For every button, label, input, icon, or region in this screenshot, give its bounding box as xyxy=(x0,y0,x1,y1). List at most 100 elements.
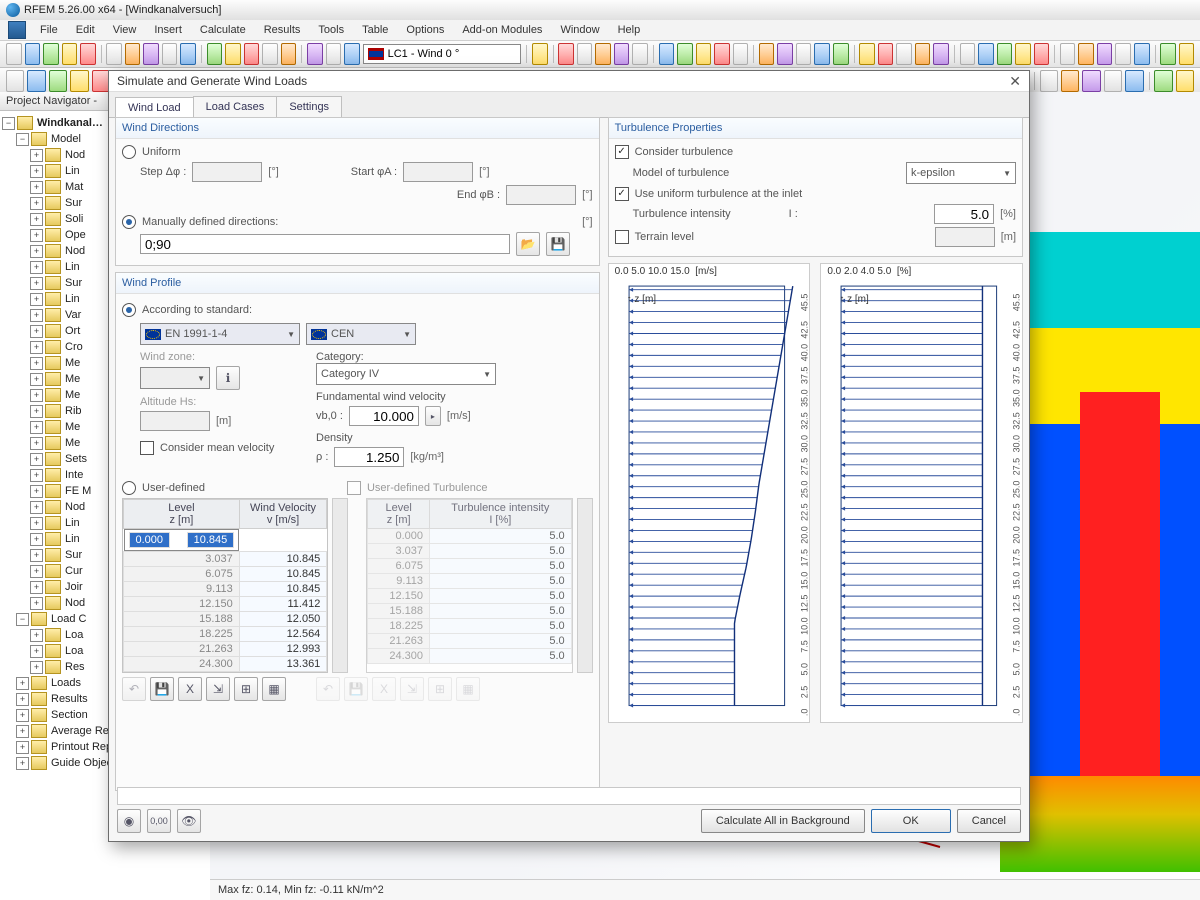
toolbar-button[interactable] xyxy=(558,43,574,65)
toolbar-button[interactable] xyxy=(125,43,141,65)
terrain-checkbox[interactable] xyxy=(615,230,629,244)
toolbar-button[interactable] xyxy=(733,43,749,65)
toolbar-button[interactable] xyxy=(1160,43,1176,65)
table-row[interactable]: 12.15011.412 xyxy=(124,597,327,612)
mean-velocity-checkbox[interactable] xyxy=(140,441,154,455)
toolbar-button[interactable] xyxy=(1082,70,1100,92)
menu-results[interactable]: Results xyxy=(256,22,309,38)
toolbar-button[interactable] xyxy=(960,43,976,65)
toolbar-button[interactable] xyxy=(1078,43,1094,65)
toolbar-button[interactable] xyxy=(833,43,849,65)
toolbar-button[interactable] xyxy=(62,43,78,65)
consider-turb-checkbox[interactable] xyxy=(615,145,629,159)
toolbar-button[interactable] xyxy=(262,43,278,65)
menu-file[interactable]: File xyxy=(32,22,66,38)
category-select[interactable]: Category IV▼ xyxy=(316,363,496,385)
menu-view[interactable]: View xyxy=(105,22,145,38)
toolbar-button[interactable] xyxy=(106,43,122,65)
toolbar-button[interactable] xyxy=(307,43,323,65)
table-tool-button[interactable]: ⇲ xyxy=(206,677,230,701)
turb-intensity-input[interactable] xyxy=(934,204,994,224)
loadcase-combo[interactable]: LC1 - Wind 0 ° xyxy=(363,44,522,64)
table-tool-button[interactable]: X xyxy=(178,677,202,701)
table-row[interactable]: 24.3005.0 xyxy=(368,649,571,664)
table-tool-button[interactable]: ▦ xyxy=(262,677,286,701)
menu-options[interactable]: Options xyxy=(398,22,452,38)
table-row[interactable]: 15.1885.0 xyxy=(368,604,571,619)
toolbar-button[interactable] xyxy=(814,43,830,65)
toolbar-button[interactable] xyxy=(878,43,894,65)
toolbar-button[interactable] xyxy=(997,43,1013,65)
menu-table[interactable]: Table xyxy=(354,22,396,38)
open-file-icon[interactable]: 📂 xyxy=(516,232,540,256)
toolbar-button[interactable] xyxy=(143,43,159,65)
cancel-button[interactable]: Cancel xyxy=(957,809,1021,833)
toolbar-button[interactable] xyxy=(180,43,196,65)
toolbar-button[interactable] xyxy=(244,43,260,65)
dialog-title-bar[interactable]: Simulate and Generate Wind Loads ✕ xyxy=(109,71,1029,92)
help-icon[interactable]: ◉ xyxy=(117,809,141,833)
scrollbar[interactable] xyxy=(577,498,593,673)
ok-button[interactable]: OK xyxy=(871,809,951,833)
menu-addons[interactable]: Add-on Modules xyxy=(454,22,550,38)
toolbar-button[interactable] xyxy=(1015,43,1031,65)
table-row[interactable]: 18.22512.564 xyxy=(124,627,327,642)
toolbar-button[interactable] xyxy=(759,43,775,65)
toolbar-button[interactable] xyxy=(162,43,178,65)
toolbar-button[interactable] xyxy=(1154,70,1172,92)
toolbar-button[interactable] xyxy=(1176,70,1194,92)
close-icon[interactable]: ✕ xyxy=(1009,73,1021,90)
turb-model-select[interactable]: k-epsilon▼ xyxy=(906,162,1016,184)
toolbar-button[interactable] xyxy=(1125,70,1143,92)
table-row[interactable]: 0.0005.0 xyxy=(368,529,571,544)
toolbar-button[interactable] xyxy=(70,70,88,92)
scrollbar[interactable] xyxy=(332,498,348,673)
toolbar-button[interactable] xyxy=(225,43,241,65)
tab-settings[interactable]: Settings xyxy=(276,96,342,117)
toolbar-button[interactable] xyxy=(577,43,593,65)
info-icon[interactable]: ℹ xyxy=(216,366,240,390)
uniform-turb-checkbox[interactable] xyxy=(615,187,629,201)
table-row[interactable]: 21.2635.0 xyxy=(368,634,571,649)
toolbar-button[interactable] xyxy=(49,70,67,92)
table-row[interactable]: 3.03710.845 xyxy=(124,552,327,567)
vb-input[interactable] xyxy=(349,406,419,426)
toolbar-button[interactable] xyxy=(896,43,912,65)
table-row[interactable]: 9.1135.0 xyxy=(368,574,571,589)
toolbar-button[interactable] xyxy=(978,43,994,65)
toolbar-button[interactable] xyxy=(632,43,648,65)
toolbar-button[interactable] xyxy=(1104,70,1122,92)
toolbar-button[interactable] xyxy=(677,43,693,65)
toolbar-button[interactable] xyxy=(915,43,931,65)
toolbar-button[interactable] xyxy=(25,43,41,65)
radio-user-defined[interactable] xyxy=(122,481,136,495)
toolbar-button[interactable] xyxy=(1115,43,1131,65)
toolbar-button[interactable] xyxy=(207,43,223,65)
toolbar-button[interactable] xyxy=(532,43,548,65)
menu-tools[interactable]: Tools xyxy=(310,22,352,38)
table-row[interactable]: 6.0755.0 xyxy=(368,559,571,574)
save-file-icon[interactable]: 💾 xyxy=(546,232,570,256)
toolbar-button[interactable] xyxy=(1097,43,1113,65)
menu-calculate[interactable]: Calculate xyxy=(192,22,254,38)
toolbar-button[interactable] xyxy=(1134,43,1150,65)
preview-icon[interactable]: 👁 xyxy=(177,809,201,833)
toolbar-button[interactable] xyxy=(80,43,96,65)
standard-select[interactable]: EN 1991-1-4▼ xyxy=(140,323,300,345)
toolbar-button[interactable] xyxy=(796,43,812,65)
table-row[interactable]: 6.07510.845 xyxy=(124,567,327,582)
density-input[interactable] xyxy=(334,447,404,467)
calc-background-button[interactable]: Calculate All in Background xyxy=(701,809,865,833)
toolbar-button[interactable] xyxy=(696,43,712,65)
turbulence-table[interactable]: Levelz [m] Turbulence intensityI [%] 0.0… xyxy=(366,498,572,673)
manual-directions-input[interactable] xyxy=(140,234,510,254)
toolbar-button[interactable] xyxy=(933,43,949,65)
toolbar-button[interactable] xyxy=(27,70,45,92)
velocity-table[interactable]: Levelz [m] Wind Velocityv [m/s] 0.00010.… xyxy=(122,498,328,673)
table-row[interactable]: 21.26312.993 xyxy=(124,642,327,657)
toolbar-button[interactable] xyxy=(859,43,875,65)
table-row[interactable]: 0.00010.845 xyxy=(124,529,240,551)
toolbar-button[interactable] xyxy=(1179,43,1195,65)
table-row[interactable]: 18.2255.0 xyxy=(368,619,571,634)
toolbar-button[interactable] xyxy=(344,43,360,65)
